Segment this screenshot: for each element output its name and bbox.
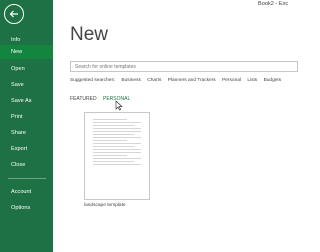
sidebar-item-options[interactable]: Options — [0, 201, 53, 215]
suggested-link-planners[interactable]: Planners and Trackers — [168, 78, 216, 83]
sidebar-item-new[interactable]: New — [0, 45, 53, 59]
suggested-link-lists[interactable]: Lists — [247, 78, 257, 83]
excel-backstage: Info New Open Save Save As Print Share E… — [0, 0, 300, 252]
sidebar-item-close[interactable]: Close — [0, 158, 53, 172]
template-name-label: landscape template — [84, 203, 126, 208]
tab-featured[interactable]: FEATURED — [70, 96, 97, 102]
back-button[interactable] — [4, 4, 24, 24]
template-preview-lines — [93, 119, 141, 167]
suggested-link-personal[interactable]: Personal — [222, 78, 241, 83]
sidebar-item-save-as[interactable]: Save As — [0, 94, 53, 108]
template-search-input[interactable] — [70, 61, 298, 72]
suggested-link-budgets[interactable]: Budgets — [264, 78, 282, 83]
sidebar-item-account[interactable]: Account — [0, 185, 53, 199]
sidebar-item-print[interactable]: Print — [0, 110, 53, 124]
suggested-link-charts[interactable]: Charts — [147, 78, 161, 83]
sidebar-item-open[interactable]: Open — [0, 62, 53, 76]
template-thumbnail[interactable] — [84, 112, 150, 200]
sidebar-divider — [8, 178, 46, 179]
backstage-sidebar: Info New Open Save Save As Print Share E… — [0, 0, 53, 252]
sidebar-item-export[interactable]: Export — [0, 142, 53, 156]
suggested-searches-label: Suggested searches: — [70, 78, 116, 83]
back-arrow-icon — [9, 10, 18, 18]
page-title: New — [70, 24, 109, 45]
suggested-searches: Suggested searches: Business Charts Plan… — [70, 78, 286, 86]
sidebar-item-save[interactable]: Save — [0, 78, 53, 92]
sidebar-item-share[interactable]: Share — [0, 126, 53, 140]
mouse-cursor-icon — [115, 100, 123, 111]
suggested-link-business[interactable]: Business — [121, 78, 140, 83]
window-title: Book2 - Exc — [258, 1, 289, 7]
